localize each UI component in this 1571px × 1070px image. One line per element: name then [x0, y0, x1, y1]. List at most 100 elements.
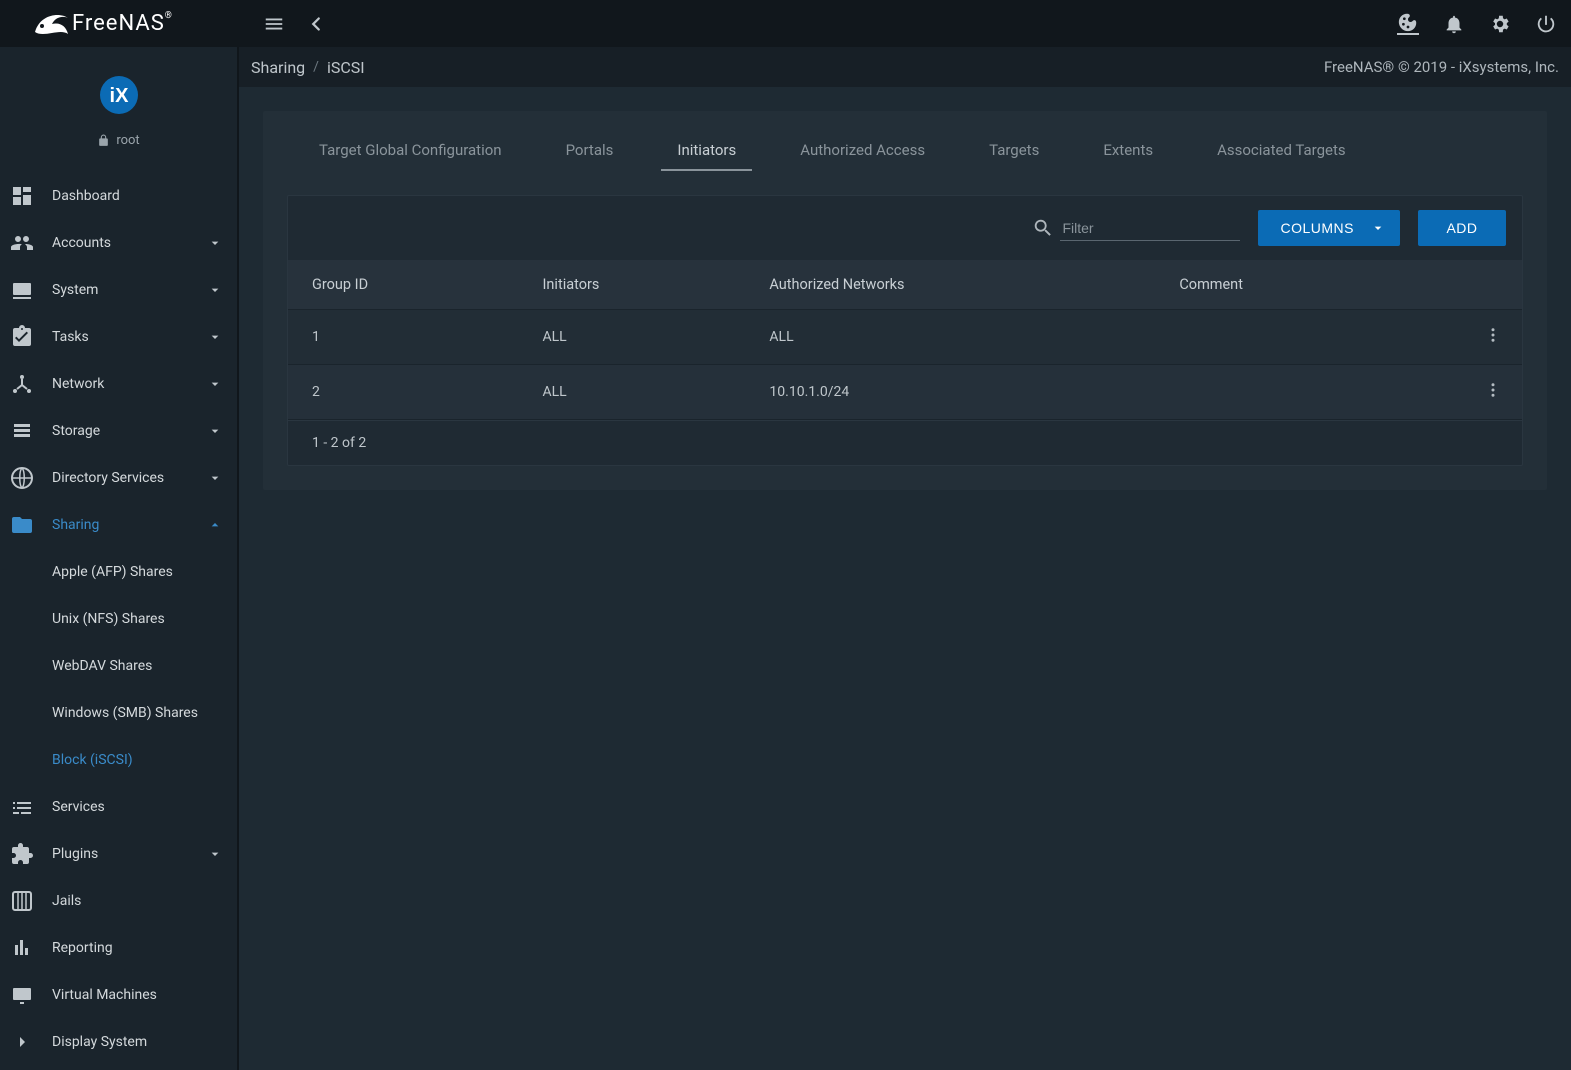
sidebar-subitem-block-iscsi-[interactable]: Block (iSCSI)	[0, 736, 237, 783]
row-actions-cell	[1402, 310, 1522, 365]
username: root	[116, 133, 139, 148]
theme-icon[interactable]	[1397, 13, 1419, 35]
sidebar-item-display-system[interactable]: Display System	[0, 1018, 237, 1065]
nav-icon	[10, 278, 34, 302]
nav-label: Network	[52, 376, 207, 392]
sidebar-item-sharing[interactable]: Sharing	[0, 501, 237, 548]
breadcrumb-separator: /	[313, 59, 319, 75]
column-header[interactable]: Initiators	[522, 260, 749, 310]
notifications-icon[interactable]	[1443, 13, 1465, 35]
column-header[interactable]: Authorized Networks	[749, 260, 1159, 310]
column-header-actions	[1402, 260, 1522, 310]
breadcrumb-current: iSCSI	[327, 58, 365, 77]
power-icon[interactable]	[1535, 13, 1557, 35]
nav-label: Directory Services	[52, 470, 207, 486]
nav-icon	[10, 466, 34, 490]
nav-icon	[10, 983, 34, 1007]
add-button[interactable]: ADD	[1418, 210, 1506, 246]
iscsi-card: Target Global ConfigurationPortalsInitia…	[263, 111, 1547, 490]
sidebar: iX root Dashboard AccountsSystem Tasks Netw…	[0, 47, 239, 1070]
chevron-down-icon	[207, 376, 223, 392]
tab-extents[interactable]: Extents	[1071, 129, 1185, 171]
breadcrumb: Sharing / iSCSI	[251, 58, 365, 77]
sidebar-subitem-apple-afp-shares[interactable]: Apple (AFP) Shares	[0, 548, 237, 595]
ix-logo-icon: iX	[99, 75, 139, 115]
sidebar-item-virtual-machines[interactable]: Virtual Machines	[0, 971, 237, 1018]
table-cell: ALL	[522, 310, 749, 365]
chevron-down-icon	[207, 235, 223, 251]
sidebar-item-tasks[interactable]: Tasks	[0, 313, 237, 360]
sidebar-item-directory-services[interactable]: Directory Services	[0, 454, 237, 501]
nav-label: Plugins	[52, 846, 207, 862]
lock-icon	[97, 134, 110, 147]
column-header[interactable]: Comment	[1159, 260, 1402, 310]
sidebar-item-dashboard[interactable]: Dashboard	[0, 172, 237, 219]
nav-icon	[10, 842, 34, 866]
sidebar-item-plugins[interactable]: Plugins	[0, 830, 237, 877]
brand-logo[interactable]: FreeNAS®	[0, 0, 239, 47]
tab-initiators[interactable]: Initiators	[645, 129, 768, 171]
nav-label: Tasks	[52, 329, 207, 345]
table-row[interactable]: 2ALL10.10.1.0/24	[288, 365, 1522, 420]
chevron-down-icon	[207, 470, 223, 486]
main-content: Sharing / iSCSI FreeNAS® © 2019 - iXsyst…	[239, 47, 1571, 1070]
sidebar-subitem-windows-smb-shares[interactable]: Windows (SMB) Shares	[0, 689, 237, 736]
columns-button-label: COLUMNS	[1280, 220, 1354, 236]
nav-label: Services	[52, 799, 223, 815]
row-actions-cell	[1402, 365, 1522, 420]
tab-portals[interactable]: Portals	[534, 129, 646, 171]
sidebar-item-jails[interactable]: Jails	[0, 877, 237, 924]
column-header[interactable]: Group ID	[288, 260, 522, 310]
table-cell: ALL	[749, 310, 1159, 365]
brand-text: FreeNAS®	[72, 11, 173, 36]
nav-label: Display System	[52, 1034, 223, 1050]
sidebar-item-services[interactable]: Services	[0, 783, 237, 830]
nav-label: Dashboard	[52, 188, 223, 204]
sidebar-item-reporting[interactable]: Reporting	[0, 924, 237, 971]
nav-icon	[10, 795, 34, 819]
breadcrumb-bar: Sharing / iSCSI FreeNAS® © 2019 - iXsyst…	[239, 47, 1571, 87]
table-cell: 1	[288, 310, 522, 365]
more-vert-icon[interactable]	[1484, 326, 1502, 344]
menu-toggle-icon[interactable]	[263, 13, 285, 35]
nav-label: Virtual Machines	[52, 987, 223, 1003]
svg-text:iX: iX	[109, 85, 129, 107]
more-vert-icon[interactable]	[1484, 381, 1502, 399]
search-icon[interactable]	[1032, 217, 1054, 239]
topbar: FreeNAS®	[0, 0, 1571, 47]
sidebar-subitem-unix-nfs-shares[interactable]: Unix (NFS) Shares	[0, 595, 237, 642]
table-cell: ALL	[522, 365, 749, 420]
columns-button[interactable]: COLUMNS	[1258, 210, 1400, 246]
tab-associated-targets[interactable]: Associated Targets	[1185, 129, 1377, 171]
initiators-panel: COLUMNS ADD Group IDInitiatorsAuthorized…	[287, 195, 1523, 466]
table-row[interactable]: 1ALLALL	[288, 310, 1522, 365]
settings-icon[interactable]	[1489, 13, 1511, 35]
tab-target-global-configuration[interactable]: Target Global Configuration	[287, 129, 534, 171]
tabs: Target Global ConfigurationPortalsInitia…	[263, 111, 1547, 171]
sidebar-item-storage[interactable]: Storage	[0, 407, 237, 454]
table-cell	[1159, 310, 1402, 365]
filter-input[interactable]	[1060, 216, 1240, 241]
back-icon[interactable]	[305, 13, 327, 35]
nav-label: Storage	[52, 423, 207, 439]
user-indicator[interactable]: root	[97, 133, 139, 148]
nav-label: Reporting	[52, 940, 223, 956]
sidebar-item-system[interactable]: System	[0, 266, 237, 313]
nav-icon	[10, 325, 34, 349]
sidebar-item-accounts[interactable]: Accounts	[0, 219, 237, 266]
breadcrumb-parent[interactable]: Sharing	[251, 58, 305, 77]
tab-authorized-access[interactable]: Authorized Access	[768, 129, 957, 171]
nav-icon	[10, 513, 34, 537]
sidebar-item-network[interactable]: Network	[0, 360, 237, 407]
nav-icon	[10, 936, 34, 960]
table-cell	[1159, 365, 1402, 420]
nav-label: Sharing	[52, 517, 207, 533]
table-cell: 2	[288, 365, 522, 420]
sidebar-subitem-webdav-shares[interactable]: WebDAV Shares	[0, 642, 237, 689]
shark-icon	[30, 4, 70, 44]
nav-icon	[10, 1030, 34, 1054]
tab-targets[interactable]: Targets	[957, 129, 1071, 171]
table-toolbar: COLUMNS ADD	[288, 196, 1522, 260]
chevron-down-icon	[207, 423, 223, 439]
chevron-up-icon	[207, 517, 223, 533]
